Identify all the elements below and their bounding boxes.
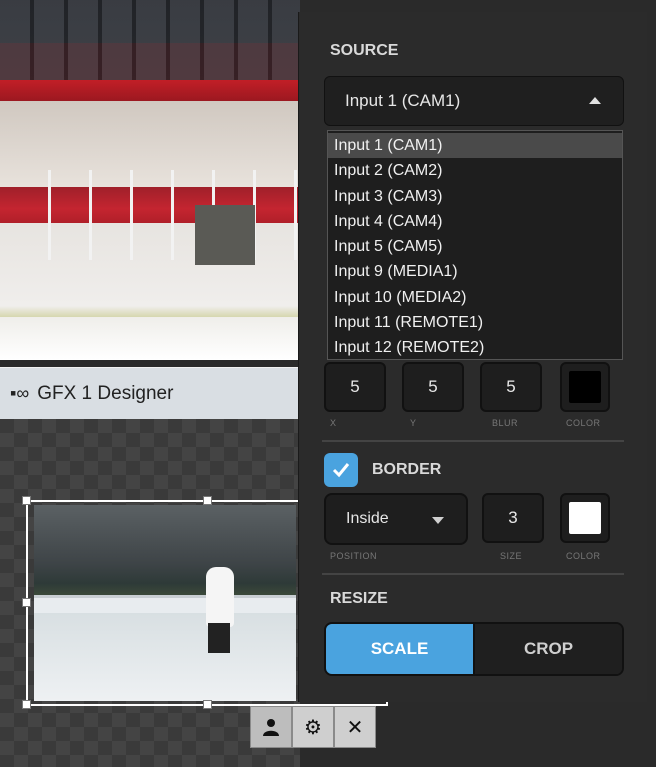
person-icon[interactable] [250, 706, 292, 748]
rink-boards [10, 170, 300, 260]
designer-title: GFX 1 Designer [37, 382, 174, 404]
chevron-down-icon [432, 517, 444, 524]
resize-handle-left[interactable] [22, 598, 31, 607]
source-option[interactable]: Input 1 (CAM1) [328, 133, 622, 159]
shadow-color-label: COLOR [566, 418, 601, 428]
resize-handle-bottom-left[interactable] [22, 700, 31, 709]
resize-heading: RESIZE [330, 590, 388, 607]
source-option[interactable]: Input 10 (MEDIA2) [328, 285, 622, 310]
border-position-label: POSITION [330, 551, 378, 561]
resize-handle-top[interactable] [203, 496, 212, 505]
shadow-x-label: X [330, 418, 337, 428]
source-option[interactable]: Input 11 (REMOTE1) [328, 310, 622, 335]
border-checkbox[interactable] [324, 453, 358, 487]
shadow-blur-label: BLUR [492, 418, 519, 428]
shadow-blur-field[interactable]: 5 [480, 362, 542, 412]
border-size-field[interactable]: 3 [482, 493, 544, 543]
source-dropdown-list: Input 1 (CAM1) Input 2 (CAM2) Input 3 (C… [327, 130, 623, 360]
divider [322, 440, 624, 442]
shadow-color-swatch [569, 371, 601, 403]
source-option[interactable]: Input 12 (REMOTE2) [328, 335, 622, 360]
shadow-x-field[interactable]: 5 [324, 362, 386, 412]
source-select[interactable]: Input 1 (CAM1) [324, 76, 624, 126]
border-color-button[interactable] [560, 493, 610, 543]
border-heading: BORDER [372, 461, 442, 478]
source-option[interactable]: Input 2 (CAM2) [328, 158, 622, 183]
close-icon[interactable]: ✕ [334, 706, 376, 748]
source-selected-value: Input 1 (CAM1) [345, 91, 461, 110]
source-heading: SOURCE [330, 42, 399, 59]
rink-door [195, 205, 255, 265]
source-option[interactable]: Input 9 (MEDIA1) [328, 259, 622, 284]
divider [322, 573, 624, 575]
shadow-color-button[interactable] [560, 362, 610, 412]
resize-handle-top-left[interactable] [22, 496, 31, 505]
designer-header: ▪∞ GFX 1 Designer [0, 367, 300, 419]
crop-button[interactable]: CROP [473, 624, 622, 674]
source-option[interactable]: Input 5 (CAM5) [328, 234, 622, 259]
border-position-value: Inside [346, 510, 389, 527]
chevron-up-icon [589, 97, 601, 104]
scale-button[interactable]: SCALE [326, 624, 473, 674]
resize-toggle: SCALE CROP [324, 622, 624, 676]
border-color-swatch [569, 502, 601, 534]
border-color-label: COLOR [566, 551, 601, 561]
arena-windows [0, 0, 300, 80]
checkmark-icon [332, 463, 350, 478]
layer-toolbar: ⚙ ✕ [250, 706, 376, 748]
resize-handle-bottom[interactable] [203, 700, 212, 709]
source-option[interactable]: Input 3 (CAM3) [328, 184, 622, 209]
border-size-label: SIZE [500, 551, 523, 561]
camera-preview [0, 0, 300, 360]
gear-icon[interactable]: ⚙ [292, 706, 334, 748]
shadow-y-field[interactable]: 5 [402, 362, 464, 412]
border-position-select[interactable]: Inside [324, 493, 468, 545]
shadow-y-label: Y [410, 418, 417, 428]
designer-icon: ▪∞ [10, 383, 30, 403]
source-option[interactable]: Input 4 (CAM4) [328, 209, 622, 234]
